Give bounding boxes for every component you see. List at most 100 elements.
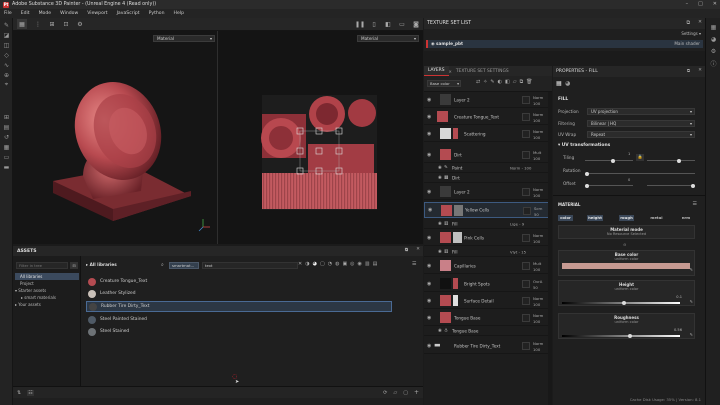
settings-gear-icon[interactable]: ⚙ (75, 19, 85, 29)
height-value[interactable]: 0.1 (676, 295, 682, 299)
list-view-icon[interactable]: ☷ (27, 389, 34, 396)
symmetry-icon[interactable]: ⋮ (33, 19, 43, 29)
layer-opacity[interactable]: 100 (533, 156, 540, 161)
projection-icon[interactable]: ◫ (0, 40, 13, 50)
undock-icon[interactable]: ⧉ (687, 20, 690, 26)
tiling-slider-knob[interactable] (611, 158, 615, 163)
layer-row[interactable]: ◉ Layer 2 Norm 100 (424, 92, 548, 108)
layer-checkbox[interactable] (522, 130, 530, 138)
uv-wrap-select[interactable]: Repeat ▾ (587, 131, 695, 138)
effect-value[interactable]: Lige - 9 (510, 221, 524, 226)
asset-item-steel-stained[interactable]: Steel Stained (86, 326, 392, 337)
effect-value[interactable]: Vlyt - 15 (510, 249, 526, 254)
add-paint-layer-icon[interactable]: ✎ (490, 79, 494, 85)
layer-row[interactable]: ◉ Creature Tongue_Text Norm 100 (424, 109, 548, 125)
eyedropper-icon[interactable]: ✎ (690, 332, 693, 337)
eye-icon[interactable]: ◉ (428, 207, 432, 213)
effect-row[interactable]: ◉ ⚓ Tongue Base (424, 326, 548, 336)
refresh-icon[interactable]: ⟳ (383, 390, 387, 396)
eye-icon[interactable]: ◉ (438, 249, 442, 254)
fill-properties-icon[interactable]: ▦ (556, 80, 562, 87)
material-properties-icon[interactable]: ◕ (565, 80, 570, 87)
tiling-slider[interactable] (585, 158, 633, 163)
add-fill-layer-icon[interactable]: ◐ (498, 79, 502, 85)
shelf-icon[interactable]: ▦ (0, 142, 13, 152)
effect-row[interactable]: ◉ ✎ Paint Norm - 100 (424, 163, 548, 173)
clear-filter-icon[interactable]: ✕ (298, 261, 302, 267)
bake-icon[interactable]: ⊞ (0, 112, 13, 122)
menu-mode[interactable]: Mode (39, 11, 52, 16)
close-icon[interactable]: ✕ (713, 1, 717, 7)
layer-opacity[interactable]: 100 (533, 302, 540, 307)
add-effect-icon[interactable]: ✧ (483, 79, 487, 85)
tree-item-your-assets[interactable]: ▸ Your assets (15, 302, 41, 307)
material-mode-box[interactable]: Material mode No Resource Selected (558, 225, 695, 239)
layer-row-selected[interactable]: ◉ Yellow Cells Scrn 50 (424, 202, 548, 218)
layer-checkbox[interactable] (522, 297, 530, 305)
tree-filter-icon[interactable]: ⊟ (70, 262, 78, 269)
info-dock-icon[interactable]: ⓘ (706, 57, 720, 69)
view-mode-icon[interactable]: ☰ (412, 261, 416, 267)
menu-help[interactable]: Help (174, 11, 184, 16)
asset-item-creature-tongue[interactable]: Creature Tongue_Text (86, 276, 392, 287)
eye-icon[interactable]: ◉ (438, 328, 442, 333)
panel-close-icon[interactable]: ✕ (698, 20, 702, 26)
lock-icon[interactable]: 🔒 (636, 154, 644, 161)
channel-chip-metal[interactable]: metal (649, 215, 664, 221)
clone-icon[interactable]: ⊕ (0, 70, 13, 80)
minimize-icon[interactable]: – (686, 1, 689, 7)
layer-row[interactable]: ◉ Layer 2 Norm 100 (424, 184, 548, 200)
layer-checkbox[interactable] (522, 314, 530, 322)
assets-search-input[interactable]: text (202, 262, 298, 269)
menu-file[interactable]: File (4, 11, 12, 16)
eye-icon[interactable]: ◉ (431, 41, 435, 46)
tree-item-project[interactable]: Project (20, 281, 34, 286)
add-icon[interactable]: + (414, 389, 419, 396)
menu-viewport[interactable]: Viewport (87, 11, 107, 16)
layer-row[interactable]: ◉ Bright Spots OvrA 50 (424, 276, 548, 292)
height-slider[interactable] (562, 301, 680, 305)
display-dock-icon[interactable]: ◕ (706, 33, 720, 45)
eye-icon[interactable]: ◉ (427, 263, 431, 269)
filter-tag-chip[interactable]: smartmat... (169, 262, 199, 269)
asset-item-steel-painted[interactable]: Steel Painted Stained (86, 314, 392, 325)
layer-blend-mode[interactable]: Norm (533, 296, 543, 301)
eye-icon[interactable]: ◉ (427, 315, 431, 321)
eye-icon[interactable]: ◉ (427, 235, 431, 241)
offset-u-slider[interactable] (585, 183, 633, 188)
filtering-select[interactable]: Bilinear | HQ ▾ (587, 120, 695, 127)
settings-dock-icon[interactable]: ⚙ (706, 45, 720, 57)
viewport-3d[interactable]: Material ▾ (13, 31, 217, 244)
tree-search-input[interactable]: Filter in tree (16, 262, 68, 269)
menu-javascript[interactable]: JavaScript (117, 11, 140, 16)
offset-v-slider-knob[interactable] (691, 183, 695, 188)
layer-checkbox[interactable] (522, 113, 530, 121)
layer-blend-mode[interactable]: Scrn (534, 206, 542, 211)
offset-u-slider-knob[interactable] (585, 183, 589, 188)
layer-blend-mode[interactable]: Norm (533, 313, 543, 318)
channel-chip-height[interactable]: height (587, 215, 603, 221)
effect-row[interactable]: ◉ ▦ Dirt (424, 173, 548, 183)
undock-icon[interactable]: ⧉ (405, 247, 408, 253)
layer-opacity[interactable]: 100 (533, 118, 540, 123)
material-options-icon[interactable]: ☰ (693, 201, 697, 207)
layer-row[interactable]: ◉ Pink Cells Norm 100 (424, 230, 548, 246)
tiling-v-slider[interactable] (647, 158, 695, 163)
filter-smart-material-icon[interactable]: ◕ (313, 261, 317, 267)
tab-layers[interactable]: LAYERS (424, 66, 449, 76)
import-icon[interactable]: ▢ (403, 390, 408, 396)
rotation-slider-knob[interactable] (585, 171, 589, 176)
layer-checkbox[interactable] (522, 262, 530, 270)
eye-icon[interactable]: ◉ (427, 152, 431, 158)
roughness-value[interactable]: 0.56 (674, 328, 682, 332)
filter-filter-icon[interactable]: ▣ (342, 261, 347, 267)
layer-blend-mode[interactable]: OvrA (533, 279, 542, 284)
gizmo-icon[interactable]: ⊞ (47, 19, 57, 29)
layer-opacity[interactable]: 50 (534, 212, 539, 217)
layer-opacity[interactable]: 100 (533, 267, 540, 272)
roughness-slider[interactable] (562, 334, 680, 338)
layer-row[interactable]: ◉ Surface Detail Norm 100 (424, 293, 548, 309)
single-view-icon[interactable]: ▯ (369, 19, 379, 29)
layer-row[interactable]: ◉ Scattering Norm 100 (424, 126, 548, 142)
offset-v-slider[interactable] (647, 183, 695, 188)
